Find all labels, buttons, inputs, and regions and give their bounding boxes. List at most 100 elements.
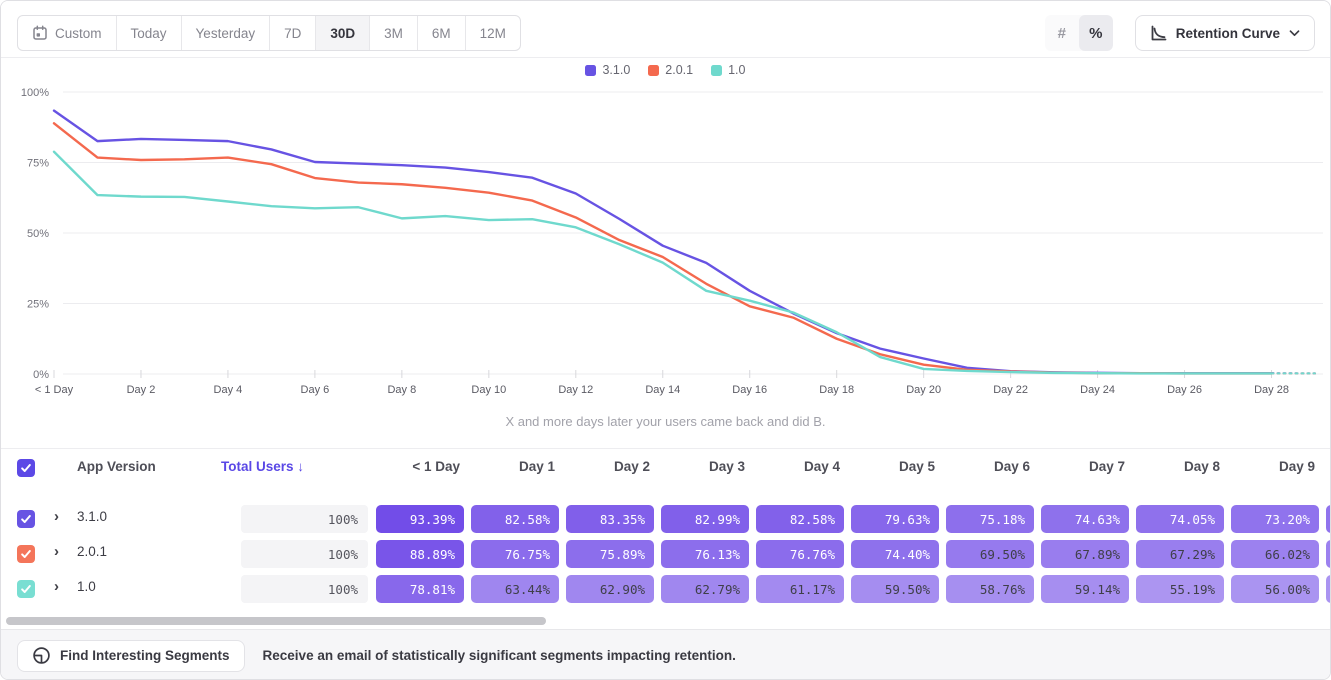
expand-chevron-icon[interactable]: › (54, 543, 59, 560)
retention-cell[interactable]: 61.17% (756, 575, 844, 603)
retention-cell[interactable]: 74.05% (1136, 505, 1224, 533)
retention-cell[interactable]: 66.02% (1231, 540, 1319, 568)
absolute-values-toggle[interactable]: # (1045, 15, 1079, 51)
retention-cell[interactable]: 83.35% (566, 505, 654, 533)
range-button-yesterday[interactable]: Yesterday (182, 16, 271, 50)
expand-chevron-icon[interactable]: › (54, 578, 59, 595)
retention-curve-icon (1150, 25, 1167, 42)
check-icon (20, 513, 32, 525)
range-button-3m[interactable]: 3M (370, 16, 418, 50)
column-day-header: Day 1 (471, 459, 559, 474)
retention-cell[interactable]: 74.63% (1041, 505, 1129, 533)
legend-item-3.1.0[interactable]: 3.1.0 (585, 63, 630, 77)
x-axis-label: Day 12 (558, 384, 593, 396)
column-day-header: Day 3 (661, 459, 749, 474)
row-name[interactable]: 2.0.1 (77, 544, 107, 559)
row-name[interactable]: 1.0 (77, 579, 96, 594)
retention-cell[interactable]: 88.89% (376, 540, 464, 568)
retention-cell[interactable]: 76.76% (756, 540, 844, 568)
check-icon (20, 583, 32, 595)
legend-item-1.0[interactable]: 1.0 (711, 63, 745, 77)
retention-cell[interactable]: 63.44% (471, 575, 559, 603)
range-button-30d[interactable]: 30D (316, 16, 370, 50)
retention-report-card: 0%25%50%75%100%< 1 DayDay 2Day 4Day 6Day… (0, 0, 1331, 680)
retention-cell[interactable]: 59.14% (1041, 575, 1129, 603)
row-checkbox-1.0[interactable] (17, 580, 35, 598)
toolbar-right-controls: #% Retention Curve (1045, 15, 1315, 51)
find-interesting-segments-button[interactable]: Find Interesting Segments (17, 640, 245, 672)
y-axis-label: 75% (27, 158, 49, 170)
clipped-cell (1326, 540, 1331, 568)
total-users-value: 100% (241, 505, 368, 533)
series-line-1.0[interactable] (54, 152, 1272, 374)
series-line-3.1.0[interactable] (54, 111, 1272, 374)
row-checkbox-2.0.1[interactable] (17, 545, 35, 563)
range-label: Yesterday (196, 26, 256, 41)
retention-cell[interactable]: 56.00% (1231, 575, 1319, 603)
retention-cell[interactable]: 75.89% (566, 540, 654, 568)
series-line-2.0.1[interactable] (54, 123, 1272, 373)
x-axis-label: Day 8 (387, 384, 416, 396)
check-icon (20, 548, 32, 560)
footer-bar: Find Interesting Segments Receive an ema… (1, 629, 1330, 680)
retention-cell[interactable]: 62.79% (661, 575, 749, 603)
range-button-12m[interactable]: 12M (466, 16, 520, 50)
column-total-users-sort[interactable]: Total Users ↓ (221, 459, 371, 474)
table-row: ›1.0100%78.81%63.44%62.90%62.79%61.17%59… (1, 576, 1330, 611)
column-app-version: App Version (77, 459, 156, 474)
legend-swatch (585, 65, 596, 76)
range-label: 3M (384, 26, 403, 41)
x-axis-label: Day 20 (906, 384, 941, 396)
range-button-7d[interactable]: 7D (270, 16, 316, 50)
legend-label: 1.0 (728, 63, 745, 77)
range-button-custom[interactable]: Custom (18, 16, 117, 50)
x-axis-label: Day 16 (732, 384, 767, 396)
retention-cell[interactable]: 82.58% (471, 505, 559, 533)
column-day-header: Day 4 (756, 459, 844, 474)
retention-cell[interactable]: 62.90% (566, 575, 654, 603)
retention-cell[interactable]: 78.81% (376, 575, 464, 603)
expand-chevron-icon[interactable]: › (54, 508, 59, 525)
column-day-header: Day 7 (1041, 459, 1129, 474)
horizontal-scrollbar[interactable] (6, 617, 546, 625)
retention-cell[interactable]: 67.89% (1041, 540, 1129, 568)
row-name[interactable]: 3.1.0 (77, 509, 107, 524)
total-users-value: 100% (241, 575, 368, 603)
chart-type-dropdown[interactable]: Retention Curve (1135, 15, 1315, 51)
retention-cell[interactable]: 58.76% (946, 575, 1034, 603)
x-axis-label: Day 28 (1254, 384, 1289, 396)
table-row: › 2.0.1 100% 88.89%76.75%75.89%76.13%76.76%… (1, 541, 1330, 576)
range-button-today[interactable]: Today (117, 16, 182, 50)
retention-cell[interactable]: 75.18% (946, 505, 1034, 533)
retention-cell[interactable]: 82.58% (756, 505, 844, 533)
retention-cell[interactable]: 76.75% (471, 540, 559, 568)
retention-cell[interactable]: 69.50% (946, 540, 1034, 568)
value-mode-toggle: #% (1045, 15, 1113, 51)
check-icon (20, 462, 32, 474)
retention-cell[interactable]: 59.50% (851, 575, 939, 603)
y-axis-label: 100% (21, 87, 49, 99)
x-axis-label: Day 14 (645, 384, 680, 396)
retention-cell[interactable]: 73.20% (1231, 505, 1319, 533)
percent-values-toggle[interactable]: % (1079, 15, 1113, 51)
column-day-header: Day 6 (946, 459, 1034, 474)
clipped-cell (1326, 505, 1331, 533)
retention-cell[interactable]: 74.40% (851, 540, 939, 568)
y-axis-label: 0% (33, 369, 49, 381)
retention-cell[interactable]: 76.13% (661, 540, 749, 568)
retention-cell[interactable]: 82.99% (661, 505, 749, 533)
range-button-6m[interactable]: 6M (418, 16, 466, 50)
x-axis-label: Day 2 (127, 384, 156, 396)
retention-cell[interactable]: 67.29% (1136, 540, 1224, 568)
clipped-cell (1326, 575, 1331, 603)
legend-item-2.0.1[interactable]: 2.0.1 (648, 63, 693, 77)
retention-cell[interactable]: 79.63% (851, 505, 939, 533)
retention-cell[interactable]: 93.39% (376, 505, 464, 533)
range-label: 6M (432, 26, 451, 41)
row-checkbox-3.1.0[interactable] (17, 510, 35, 528)
total-users-value: 100% (241, 540, 368, 568)
column-day-header: Day 5 (851, 459, 939, 474)
retention-cell[interactable]: 55.19% (1136, 575, 1224, 603)
select-all-checkbox[interactable] (17, 459, 35, 477)
legend-swatch (711, 65, 722, 76)
